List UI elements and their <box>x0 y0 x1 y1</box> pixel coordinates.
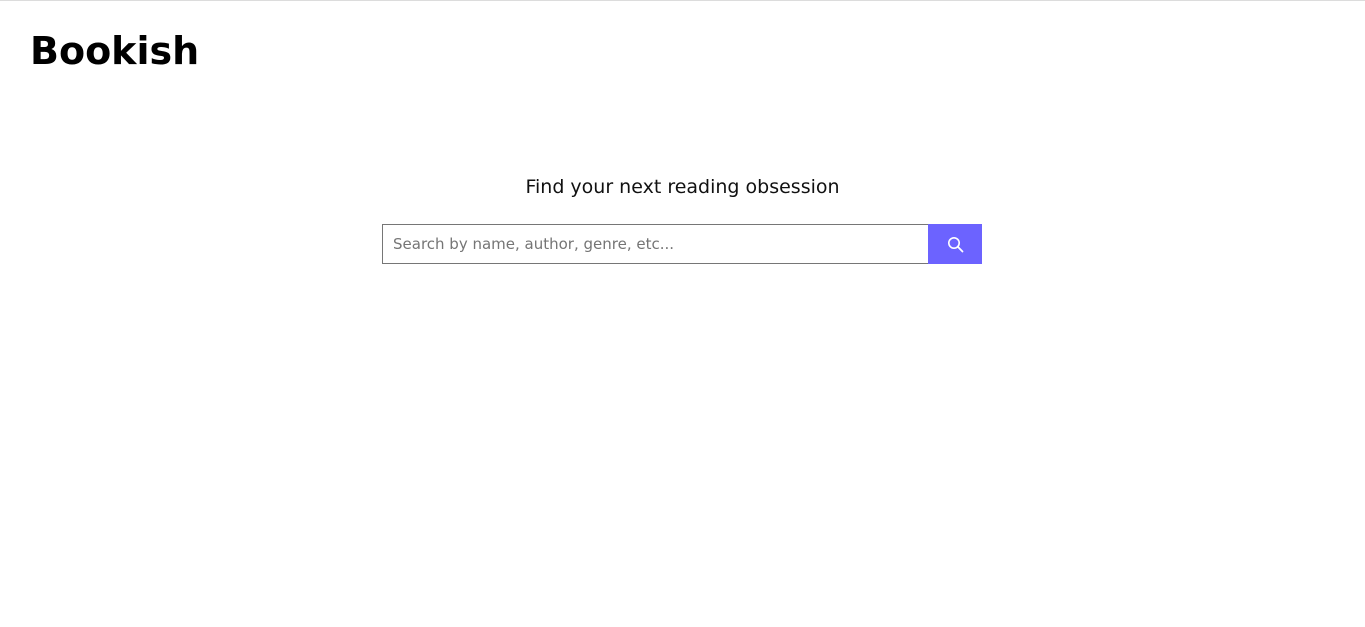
page: Bookish Find your next reading obsession <box>0 0 1365 627</box>
search-input[interactable] <box>382 224 928 264</box>
hero-tagline: Find your next reading obsession <box>525 176 840 198</box>
site-logo[interactable]: Bookish <box>30 25 199 77</box>
search-button[interactable] <box>928 224 982 264</box>
search-icon <box>947 236 964 253</box>
search-form <box>382 224 982 264</box>
hero-section: Find your next reading obsession <box>0 172 1365 202</box>
